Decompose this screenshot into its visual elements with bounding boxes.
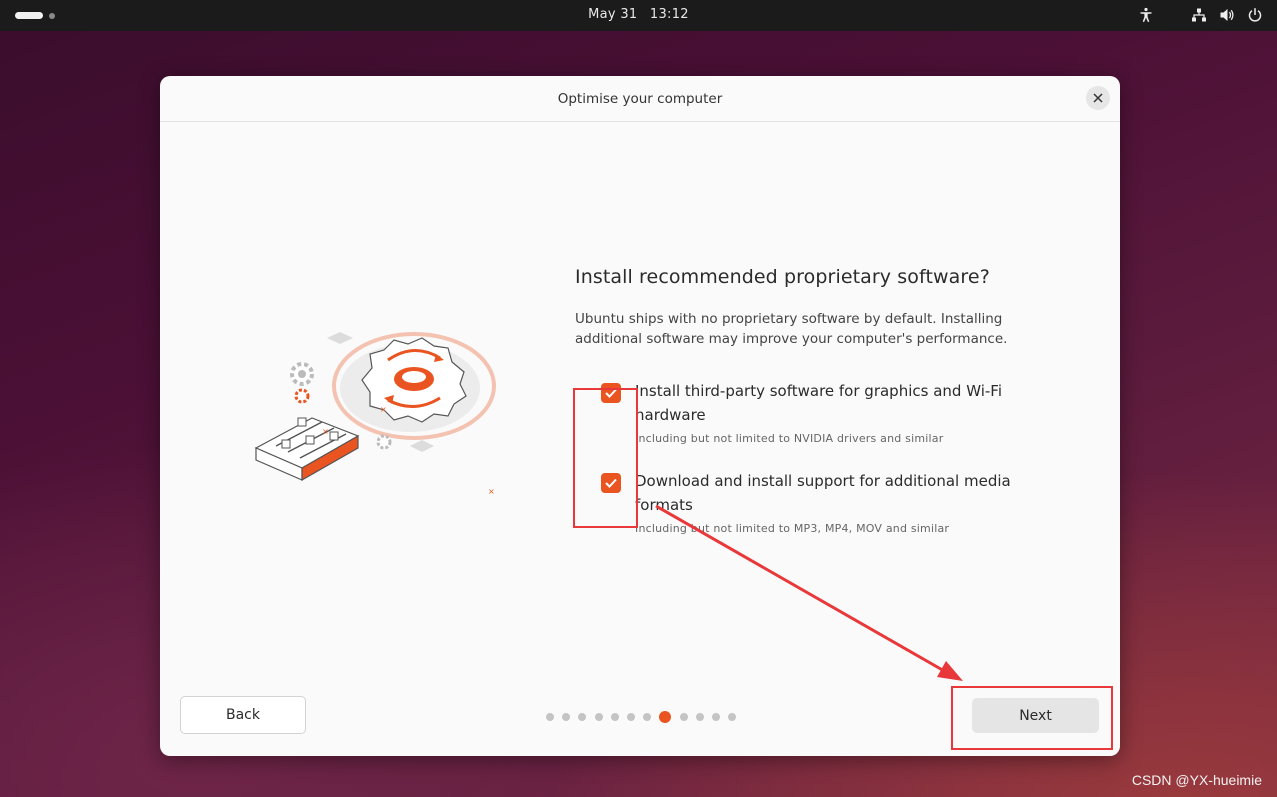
svg-text:×: × [488, 487, 495, 496]
media-formats-checkbox[interactable] [601, 473, 621, 493]
checkmark-icon [605, 478, 617, 488]
option-media-formats[interactable]: Download and install support for additio… [575, 469, 1015, 535]
svg-text:×: × [322, 427, 329, 436]
media-formats-sublabel: Including but not limited to MP3, MP4, M… [635, 522, 950, 535]
volume-icon[interactable] [1219, 7, 1235, 23]
dialog-header: Optimise your computer [160, 76, 1120, 122]
gear-illustration-icon: × × × [254, 332, 496, 496]
top-bar: May 31 13:12 [0, 0, 1277, 31]
page-dot [728, 713, 737, 721]
page-dot [562, 713, 571, 721]
svg-text:×: × [380, 405, 387, 414]
dialog-title: Optimise your computer [557, 91, 723, 107]
page-description: Ubuntu ships with no proprietary softwar… [575, 311, 1008, 347]
third-party-label: Install third-party software for graphic… [635, 382, 1002, 424]
content-area: Install recommended proprietary software… [575, 266, 1015, 559]
close-icon [1093, 93, 1103, 103]
clock-time: 13:12 [649, 7, 689, 22]
page-dot [610, 713, 619, 721]
third-party-sublabel: Including but not limited to NVIDIA driv… [635, 432, 944, 445]
network-icon[interactable] [1191, 7, 1207, 23]
third-party-checkbox[interactable] [601, 383, 621, 403]
page-dot [594, 713, 603, 721]
page-dot [643, 713, 652, 721]
clock[interactable]: May 31 13:12 [0, 7, 1277, 22]
option-third-party[interactable]: Install third-party software for graphic… [575, 379, 1015, 445]
page-dot [679, 713, 688, 721]
clock-date: May 31 [588, 7, 638, 22]
back-button[interactable]: Back [180, 696, 306, 734]
page-dot [695, 713, 704, 721]
power-icon[interactable] [1247, 7, 1263, 23]
page-dot [711, 713, 720, 721]
pagination-dots [546, 711, 744, 723]
accessibility-icon[interactable] [1138, 7, 1154, 23]
page-dot [626, 713, 635, 721]
installer-dialog: Optimise your computer × × × Install rec… [160, 76, 1120, 756]
watermark: CSDN @YX-hueimie [1131, 772, 1262, 788]
next-button[interactable]: Next [972, 698, 1099, 733]
page-heading: Install recommended proprietary software… [575, 266, 990, 288]
checkmark-icon [605, 388, 617, 398]
page-dot [578, 713, 587, 721]
media-formats-label: Download and install support for additio… [635, 472, 1011, 514]
close-button[interactable] [1086, 86, 1110, 110]
page-dot [546, 713, 554, 721]
page-dot-active [659, 711, 672, 723]
